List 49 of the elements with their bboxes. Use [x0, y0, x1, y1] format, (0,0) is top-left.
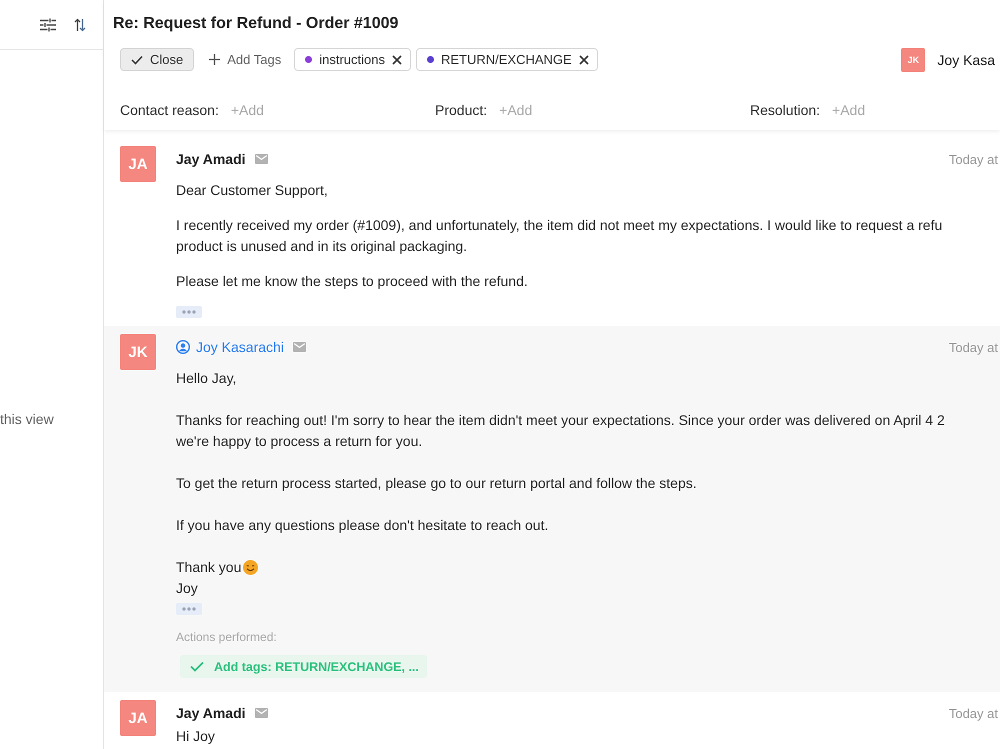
close-button[interactable]: Close	[120, 48, 194, 71]
author-avatar: JA	[120, 146, 156, 182]
filter-sliders-icon[interactable]	[40, 18, 56, 32]
message-paragraph: I recently received my order (#1009), and unfortunately, the item did not meet my expectations. I would like to request a refu product is unused and in its original packaging.	[176, 216, 942, 256]
message-paragraph: If you have any questions please don't hesitate to reach out.	[176, 516, 548, 535]
message-time: Today at	[948, 340, 998, 354]
field-label: Product:	[435, 101, 488, 120]
author-name: Jay Amadi	[176, 151, 246, 167]
check-icon	[190, 661, 204, 672]
message-time: Today at	[948, 706, 998, 720]
mail-icon	[292, 342, 306, 352]
message-paragraph: Hello Jay,	[176, 369, 236, 388]
author-name: Jay Amadi	[176, 705, 246, 721]
remove-tag-icon[interactable]	[578, 54, 589, 64]
tag-label: instructions	[319, 52, 385, 67]
ellipsis-icon	[182, 607, 196, 611]
assignee-avatar: JK	[901, 48, 926, 72]
message-paragraph: Thanks for reaching out! I'm sorry to hear the item didn't meet your expectations. Since your order was delivered on April 4 2 we're happy to process a return for you.	[176, 411, 945, 451]
add-field-button[interactable]: +Add	[499, 100, 532, 120]
message-paragraph: Please let me know the steps to proceed with the refund.	[176, 272, 528, 291]
remove-tag-icon[interactable]	[392, 54, 402, 64]
empty-view-text: this view	[0, 411, 54, 427]
action-text: Add tags: RETURN/EXCHANGE, ...	[214, 660, 419, 674]
message-paragraph: To get the return process started, please go to our return portal and follow the steps.	[176, 474, 697, 493]
field-label: Resolution:	[750, 101, 820, 120]
check-icon	[131, 54, 143, 64]
actions-label: Actions performed:	[176, 629, 277, 645]
mail-icon	[254, 708, 268, 718]
tag-label: RETURN/EXCHANGE	[440, 52, 572, 67]
author-avatar: JA	[120, 700, 156, 736]
author-name: Joy Kasarachi	[196, 339, 284, 355]
plus-icon	[209, 54, 220, 65]
add-field-button[interactable]: +Add	[832, 100, 866, 120]
author-avatar: JK	[120, 334, 156, 370]
message-paragraph: Hi Joy	[176, 727, 215, 746]
signature-text: Joy	[176, 579, 198, 598]
person-circle-icon	[176, 340, 190, 354]
ellipsis-icon	[182, 310, 196, 314]
mail-icon	[254, 154, 268, 164]
message-time: Today at	[948, 152, 998, 166]
field-label: Contact reason:	[120, 101, 219, 120]
add-field-button[interactable]: +Add	[230, 100, 264, 120]
message-paragraph: Dear Customer Support,	[176, 181, 328, 200]
smiley-icon	[243, 560, 258, 575]
add-tags-button[interactable]: Add Tags	[203, 48, 288, 71]
assignee-name: Joy Kasa	[937, 52, 995, 68]
sort-icon[interactable]	[74, 18, 86, 32]
ticket-title: Re: Request for Refund - Order #1009	[113, 14, 398, 34]
closing-text: Thank you	[176, 558, 242, 577]
